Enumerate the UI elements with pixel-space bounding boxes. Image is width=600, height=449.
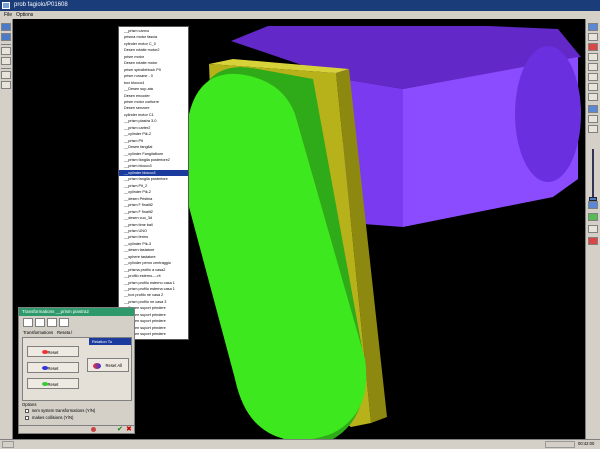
status-time: 00:42:00 [578, 441, 595, 446]
dialog-footer: ✔ ✖ [19, 425, 134, 433]
collisions-label: makes collisions (Y/N) [32, 415, 74, 420]
left-toolbar [0, 19, 13, 449]
menu-file[interactable]: File [4, 11, 12, 19]
fit-icon[interactable] [588, 83, 598, 91]
bulb-icon[interactable] [91, 427, 96, 432]
window-title: prob fagiolo/P01608 [14, 2, 68, 8]
pan-icon[interactable] [588, 73, 598, 81]
rotate-icon[interactable] [588, 63, 598, 71]
reset-label: Reset [47, 350, 59, 355]
reset-all-button[interactable]: Reset All [87, 358, 129, 372]
options-group: Options sem system transformations (Y/N)… [22, 402, 132, 424]
rgb-dot-icon [93, 363, 101, 369]
measure-icon[interactable] [588, 213, 598, 221]
translate-tool-icon[interactable] [23, 318, 33, 327]
view-side-icon[interactable] [588, 33, 598, 41]
options-title: Options [22, 402, 37, 407]
pencil-tool-icon[interactable] [59, 318, 69, 327]
menu-options[interactable]: Options [16, 11, 33, 19]
move-icon[interactable] [1, 33, 11, 41]
save-icon[interactable] [1, 57, 11, 65]
right-toolbar [585, 19, 600, 439]
reset-scale-button[interactable]: Reset [27, 378, 79, 389]
axis-icon[interactable] [588, 225, 598, 233]
zoom-icon[interactable] [588, 53, 598, 61]
toolbar-separator [1, 68, 11, 69]
app-icon[interactable] [2, 2, 10, 9]
ok-check-icon[interactable]: ✔ [117, 425, 123, 433]
cancel-x-icon[interactable]: ✖ [126, 425, 132, 433]
title-bar: prob fagiolo/P01608 [0, 0, 600, 11]
status-cell [545, 441, 575, 448]
light-icon[interactable] [588, 115, 598, 123]
open-icon[interactable] [1, 71, 11, 79]
reset-label: Reset [47, 382, 59, 387]
reset-rotate-button[interactable]: Reset [27, 362, 79, 373]
view-top-icon[interactable] [588, 43, 598, 51]
reset-all-label: Reset All [105, 363, 122, 368]
reset-translate-button[interactable]: Reset [27, 346, 79, 357]
view-front-icon[interactable] [588, 23, 598, 31]
scale-tool-icon[interactable] [47, 318, 57, 327]
camera-icon[interactable] [588, 125, 598, 133]
collision-icon[interactable] [588, 201, 598, 209]
system-transformations-checkbox[interactable] [25, 409, 29, 413]
toolbar-separator [1, 44, 11, 45]
cad-application-window: prob fagiolo/P01608 File Options __prism… [0, 0, 600, 449]
status-cell [2, 441, 14, 448]
object-list[interactable]: __prism carrco prisma motor fascia cylin… [118, 26, 189, 340]
print-icon[interactable] [1, 81, 11, 89]
transformations-dialog: Transformations __prism piastra2 Transfo… [18, 307, 135, 434]
dialog-title: Transformations __prism piastra2 [19, 308, 134, 316]
grid-icon[interactable] [588, 237, 598, 245]
system-transformations-label: sem system transformations (Y/N) [32, 408, 96, 413]
tab-reset[interactable]: Reseta l [57, 329, 72, 336]
blue-dot-icon [42, 366, 48, 370]
status-bar: 00:42:00 [0, 439, 600, 449]
tab-transformations[interactable]: Transformations [23, 329, 53, 336]
collisions-checkbox[interactable] [25, 416, 29, 420]
shaded-icon[interactable] [588, 105, 598, 113]
transform-panel: Relation To Reset Reset Reset Reset All [22, 337, 132, 401]
green-dot-icon [42, 382, 48, 386]
red-dot-icon [42, 350, 48, 354]
new-file-icon[interactable] [1, 47, 11, 55]
reset-label: Reset [47, 366, 59, 371]
rotate-tool-icon[interactable] [35, 318, 45, 327]
menu-bar: File Options [0, 11, 600, 19]
motor-cylinder [515, 46, 581, 182]
select-icon[interactable] [1, 23, 11, 31]
wireframe-icon[interactable] [588, 93, 598, 101]
relation-to-dropdown[interactable]: Relation To [89, 338, 131, 345]
